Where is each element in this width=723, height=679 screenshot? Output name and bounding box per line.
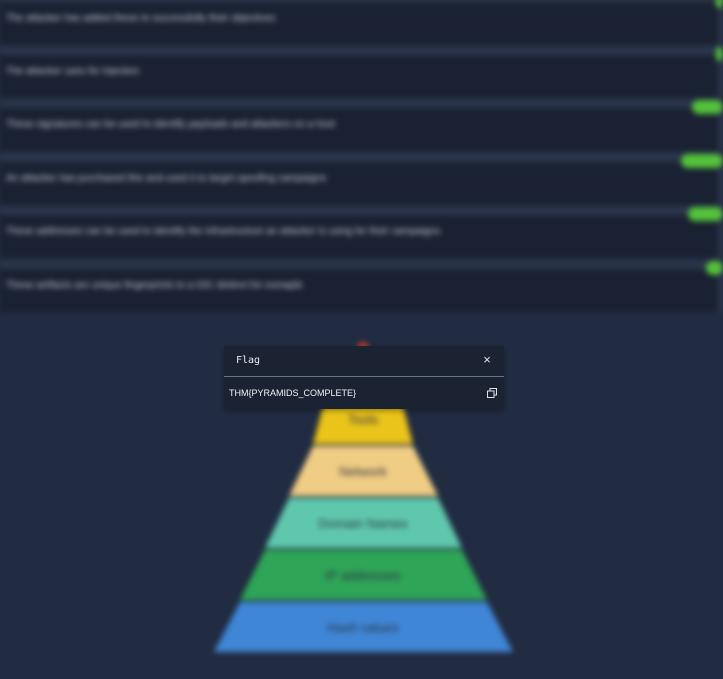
flag-value: THM{PYRAMIDS_COMPLETE}	[229, 388, 357, 398]
flag-modal-divider	[224, 376, 504, 377]
pyramid-label-tools: Tools	[348, 412, 379, 427]
pyramid-label-network: Network	[339, 464, 387, 479]
pyramid-label-domain-names: Domain Names	[318, 516, 408, 531]
page: The attacker has added these to successf…	[0, 0, 723, 679]
flag-modal: Flag × THM{PYRAMIDS_COMPLETE}	[224, 346, 504, 409]
flag-modal-header: Flag ×	[224, 346, 504, 376]
copy-icon[interactable]	[487, 388, 497, 398]
pyramid-label-hash-values: Hash values	[327, 620, 399, 635]
close-icon[interactable]: ×	[480, 352, 494, 368]
pyramid-label-ip-addresses: IP addresses	[325, 568, 401, 583]
pyramid-of-pain: Tools Network Domain Names IP addresses …	[214, 342, 513, 652]
blurred-background: The attacker has added these to successf…	[0, 0, 723, 679]
flag-modal-title: Flag	[236, 355, 261, 366]
